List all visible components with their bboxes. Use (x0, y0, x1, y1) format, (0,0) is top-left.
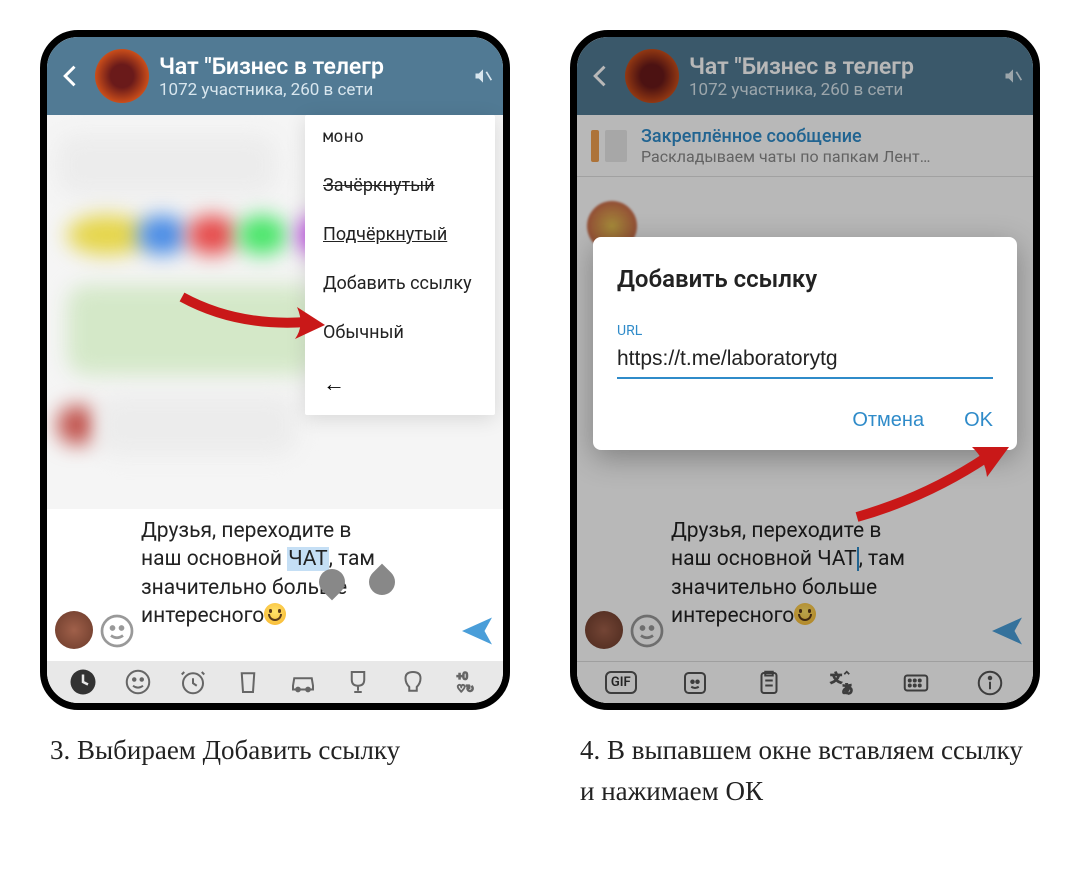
chat-header: Чат "Бизнес в телегр 1072 участника, 260… (47, 37, 503, 115)
symbols-icon[interactable]: +0♡↻ (453, 667, 483, 697)
step-4-caption: 4. В выпавшем окне вставляем ссылку и на… (570, 730, 1040, 811)
step-3: Чат "Бизнес в телегр 1072 участника, 260… (40, 30, 510, 811)
reply-avatar (55, 611, 93, 649)
send-icon[interactable] (459, 613, 495, 649)
menu-item-plain[interactable]: Обычный (305, 308, 495, 357)
mute-icon (473, 66, 493, 86)
msg-line2c: , там (329, 547, 375, 571)
msg-line4: интересного (141, 604, 264, 628)
svg-text:♡↻: ♡↻ (456, 684, 473, 695)
step-4: Чат "Бизнес в телегр 1072 участника, 260… (570, 30, 1040, 811)
menu-item-strikethrough[interactable]: Зачёркнутый (305, 161, 495, 210)
chat-header-text[interactable]: Чат "Бизнес в телегр 1072 участника, 260… (159, 53, 463, 100)
dialog-title: Добавить ссылку (617, 265, 993, 293)
svg-text:+0: +0 (456, 672, 468, 683)
chat-avatar[interactable] (95, 49, 149, 103)
menu-item-underline[interactable]: Подчёркнутый (305, 210, 495, 259)
url-field-label: URL (617, 323, 993, 339)
menu-item-mono[interactable]: моно (305, 123, 495, 161)
bulb-icon[interactable] (398, 667, 428, 697)
ok-button[interactable]: OK (964, 409, 993, 432)
clock-filled-icon[interactable] (68, 667, 98, 697)
car-icon[interactable] (288, 667, 318, 697)
phone-screenshot-right: Чат "Бизнес в телегр 1072 участника, 260… (570, 30, 1040, 710)
format-context-menu: моно Зачёркнутый Подчёркнутый Добавить с… (305, 115, 495, 415)
msg-line3: значительно больше (141, 576, 347, 600)
cancel-button[interactable]: Отмена (852, 409, 924, 432)
add-link-dialog: Добавить ссылку URL Отмена OK (593, 237, 1017, 450)
menu-item-add-link[interactable]: Добавить ссылку (305, 259, 495, 308)
url-input[interactable] (617, 343, 993, 379)
trophy-icon[interactable] (343, 667, 373, 697)
msg-selected-text: ЧАТ (287, 547, 328, 571)
cup-icon[interactable] (233, 667, 263, 697)
message-input-area: Друзья, переходите в наш основной ЧАТ, т… (47, 509, 503, 661)
emoji-icon[interactable] (99, 613, 135, 649)
chat-title: Чат "Бизнес в телегр (159, 53, 463, 80)
keyboard-toolbar: +0♡↻ (47, 661, 503, 703)
message-draft-text[interactable]: Друзья, переходите в наш основной ЧАТ, т… (141, 513, 453, 630)
menu-back-button[interactable]: ← (305, 357, 495, 415)
smile-emoji (264, 603, 286, 625)
msg-line2a: наш основной (141, 547, 287, 571)
alarm-icon[interactable] (178, 667, 208, 697)
msg-line1: Друзья, переходите в (141, 519, 351, 543)
phone-screenshot-left: Чат "Бизнес в телегр 1072 участника, 260… (40, 30, 510, 710)
back-arrow-icon[interactable] (57, 62, 85, 90)
smiley-outline-icon[interactable] (123, 667, 153, 697)
chat-subtitle: 1072 участника, 260 в сети (159, 80, 463, 100)
step-3-caption: 3. Выбираем Добавить ссылку (40, 730, 400, 771)
